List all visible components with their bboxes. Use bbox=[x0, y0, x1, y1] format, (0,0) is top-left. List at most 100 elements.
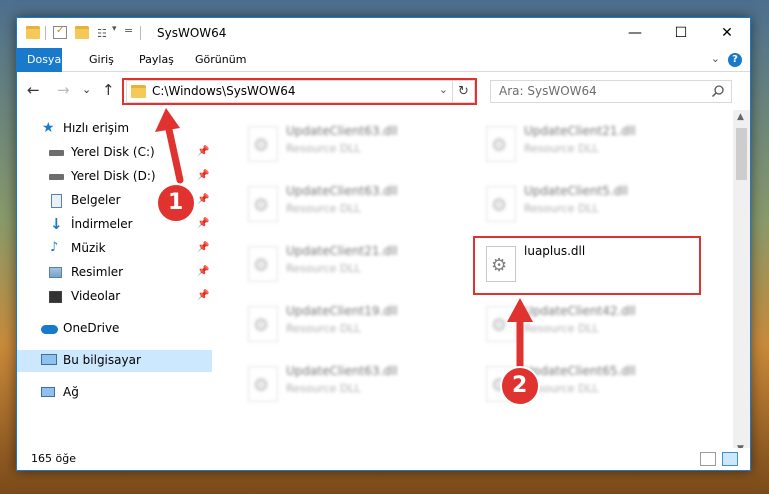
file-name: UpdateClient19.dll bbox=[286, 304, 398, 318]
file-type: Resource DLL bbox=[286, 202, 361, 215]
file-highlight-box bbox=[473, 236, 701, 295]
sidebar-item-downloads[interactable]: ↓ İndirmeler 📌 bbox=[17, 214, 212, 236]
customize-quick-access-icon[interactable]: ☷ bbox=[97, 26, 111, 40]
separator bbox=[45, 26, 46, 40]
pictures-icon bbox=[49, 267, 62, 278]
recent-locations-button[interactable]: ⌄ bbox=[82, 83, 91, 96]
sidebar-item-pictures[interactable]: Resimler 📌 bbox=[17, 262, 212, 284]
title-bar: ✓ ☷ ▾ = SysWOW64 — ☐ ✕ bbox=[17, 18, 750, 48]
maximize-button[interactable]: ☐ bbox=[658, 18, 704, 48]
file-item[interactable]: ⚙ UpdateClient63.dll Resource DLL bbox=[238, 180, 458, 232]
file-name: UpdateClient21.dll bbox=[286, 244, 398, 258]
documents-icon bbox=[51, 194, 62, 208]
sidebar-item-label: Bu bilgisayar bbox=[63, 353, 141, 367]
dll-file-icon: ⚙ bbox=[486, 126, 516, 162]
dll-file-icon: ⚙ bbox=[248, 246, 278, 282]
new-folder-icon[interactable] bbox=[75, 26, 89, 39]
sidebar-item-label: Belgeler bbox=[71, 193, 121, 207]
pin-icon[interactable]: 📌 bbox=[197, 266, 209, 277]
quick-access-more-icon[interactable]: = bbox=[124, 24, 133, 37]
ribbon-tabs: Dosya Giriş Paylaş Görünüm ⌄ ? bbox=[17, 48, 750, 72]
tab-dosya[interactable]: Dosya bbox=[17, 48, 62, 72]
sidebar-item-local-disk-d[interactable]: Yerel Disk (D:) 📌 bbox=[17, 166, 212, 188]
pin-icon[interactable]: 📌 bbox=[197, 146, 209, 157]
sidebar-item-label: Ağ bbox=[63, 385, 79, 399]
pin-icon[interactable]: 📌 bbox=[197, 290, 209, 301]
step2-label: 2 bbox=[512, 373, 528, 398]
dll-file-icon: ⚙ bbox=[248, 306, 278, 342]
star-icon: ★ bbox=[42, 120, 55, 136]
search-box[interactable]: Ara: SysWOW64 bbox=[490, 80, 732, 103]
sidebar-item-label: Yerel Disk (C:) bbox=[71, 145, 155, 159]
scroll-up-icon[interactable]: ▲ bbox=[737, 112, 744, 122]
expand-ribbon-icon[interactable]: ⌄ bbox=[711, 52, 720, 65]
pin-icon[interactable]: 📌 bbox=[197, 242, 209, 253]
scrollbar-thumb[interactable] bbox=[736, 128, 747, 180]
download-icon: ↓ bbox=[50, 215, 63, 233]
sidebar-item-this-pc[interactable]: Bu bilgisayar bbox=[17, 350, 212, 372]
up-button[interactable]: ↑ bbox=[102, 81, 115, 99]
file-name: UpdateClient63.dll bbox=[286, 364, 398, 378]
large-icons-view-icon[interactable] bbox=[722, 452, 738, 466]
forward-button[interactable]: → bbox=[57, 81, 70, 99]
folder-icon bbox=[26, 26, 40, 39]
sidebar-item-label: Yerel Disk (D:) bbox=[71, 169, 156, 183]
file-item[interactable]: ⚙ UpdateClient63.dll Resource DLL bbox=[238, 360, 458, 412]
pin-icon[interactable]: 📌 bbox=[197, 194, 209, 205]
tab-gorunum[interactable]: Görünüm bbox=[185, 48, 256, 72]
back-button[interactable]: ← bbox=[27, 81, 40, 99]
window-title: SysWOW64 bbox=[157, 26, 227, 40]
close-button[interactable]: ✕ bbox=[704, 18, 750, 48]
vertical-scrollbar[interactable]: ▲ ▼ bbox=[733, 110, 750, 456]
tab-giris[interactable]: Giriş bbox=[79, 48, 124, 72]
sidebar-item-local-disk-c[interactable]: Yerel Disk (C:) 📌 bbox=[17, 142, 212, 164]
tab-paylas[interactable]: Paylaş bbox=[129, 48, 184, 72]
search-icon[interactable] bbox=[711, 84, 725, 98]
file-item[interactable]: ⚙ UpdateClient42.dll Resource DLL bbox=[476, 300, 696, 352]
properties-icon[interactable]: ✓ bbox=[53, 25, 67, 39]
pin-icon[interactable]: 📌 bbox=[197, 170, 209, 181]
file-item[interactable]: ⚙ UpdateClient5.dll Resource DLL bbox=[476, 180, 696, 232]
file-item[interactable]: ⚙ UpdateClient65.dll Resource DLL bbox=[476, 360, 696, 412]
file-name: UpdateClient21.dll bbox=[524, 124, 636, 138]
dll-file-icon: ⚙ bbox=[248, 186, 278, 222]
file-type: Resource DLL bbox=[286, 142, 361, 155]
search-placeholder[interactable]: Ara: SysWOW64 bbox=[499, 84, 597, 98]
music-icon: ♪ bbox=[50, 240, 59, 255]
details-view-icon[interactable] bbox=[700, 452, 716, 466]
sidebar-item-music[interactable]: ♪ Müzik 📌 bbox=[17, 238, 212, 260]
file-item[interactable]: ⚙ UpdateClient19.dll Resource DLL bbox=[238, 300, 458, 352]
sidebar-item-quick-access[interactable]: ★ Hızlı erişim bbox=[17, 118, 212, 140]
file-name: UpdateClient5.dll bbox=[524, 184, 628, 198]
quick-access-dropdown-icon[interactable]: ▾ bbox=[112, 24, 117, 34]
dll-file-icon: ⚙ bbox=[486, 186, 516, 222]
pin-icon[interactable]: 📌 bbox=[197, 218, 209, 229]
file-name: UpdateClient63.dll bbox=[286, 184, 398, 198]
file-type: Resource DLL bbox=[524, 142, 599, 155]
network-icon bbox=[41, 387, 55, 397]
sidebar-item-label: Videolar bbox=[71, 289, 121, 303]
videos-icon bbox=[49, 291, 62, 303]
sidebar-item-label: Müzik bbox=[71, 241, 106, 255]
file-name: UpdateClient63.dll bbox=[286, 124, 398, 138]
dll-file-icon: ⚙ bbox=[248, 366, 278, 402]
computer-icon bbox=[41, 354, 57, 365]
sidebar-item-label: OneDrive bbox=[63, 321, 120, 335]
sidebar-item-videos[interactable]: Videolar 📌 bbox=[17, 286, 212, 308]
file-item[interactable]: ⚙ UpdateClient21.dll Resource DLL bbox=[476, 120, 696, 172]
file-type: Resource DLL bbox=[286, 322, 361, 335]
file-name: UpdateClient42.dll bbox=[524, 304, 636, 318]
help-icon[interactable]: ? bbox=[728, 53, 742, 67]
sidebar-item-network[interactable]: Ağ bbox=[17, 382, 212, 404]
cloud-icon bbox=[41, 325, 58, 334]
file-item[interactable]: ⚙ UpdateClient21.dll Resource DLL bbox=[238, 240, 458, 292]
sidebar-item-label: Resimler bbox=[71, 265, 124, 279]
dll-file-icon: ⚙ bbox=[486, 306, 516, 342]
file-item[interactable]: ⚙ UpdateClient63.dll Resource DLL bbox=[238, 120, 458, 172]
drive-icon bbox=[49, 174, 64, 180]
step1-label: 1 bbox=[168, 190, 184, 215]
sidebar-item-onedrive[interactable]: OneDrive bbox=[17, 318, 212, 340]
file-name: UpdateClient65.dll bbox=[524, 364, 636, 378]
file-type: Resource DLL bbox=[286, 382, 361, 395]
minimize-button[interactable]: — bbox=[612, 18, 658, 48]
